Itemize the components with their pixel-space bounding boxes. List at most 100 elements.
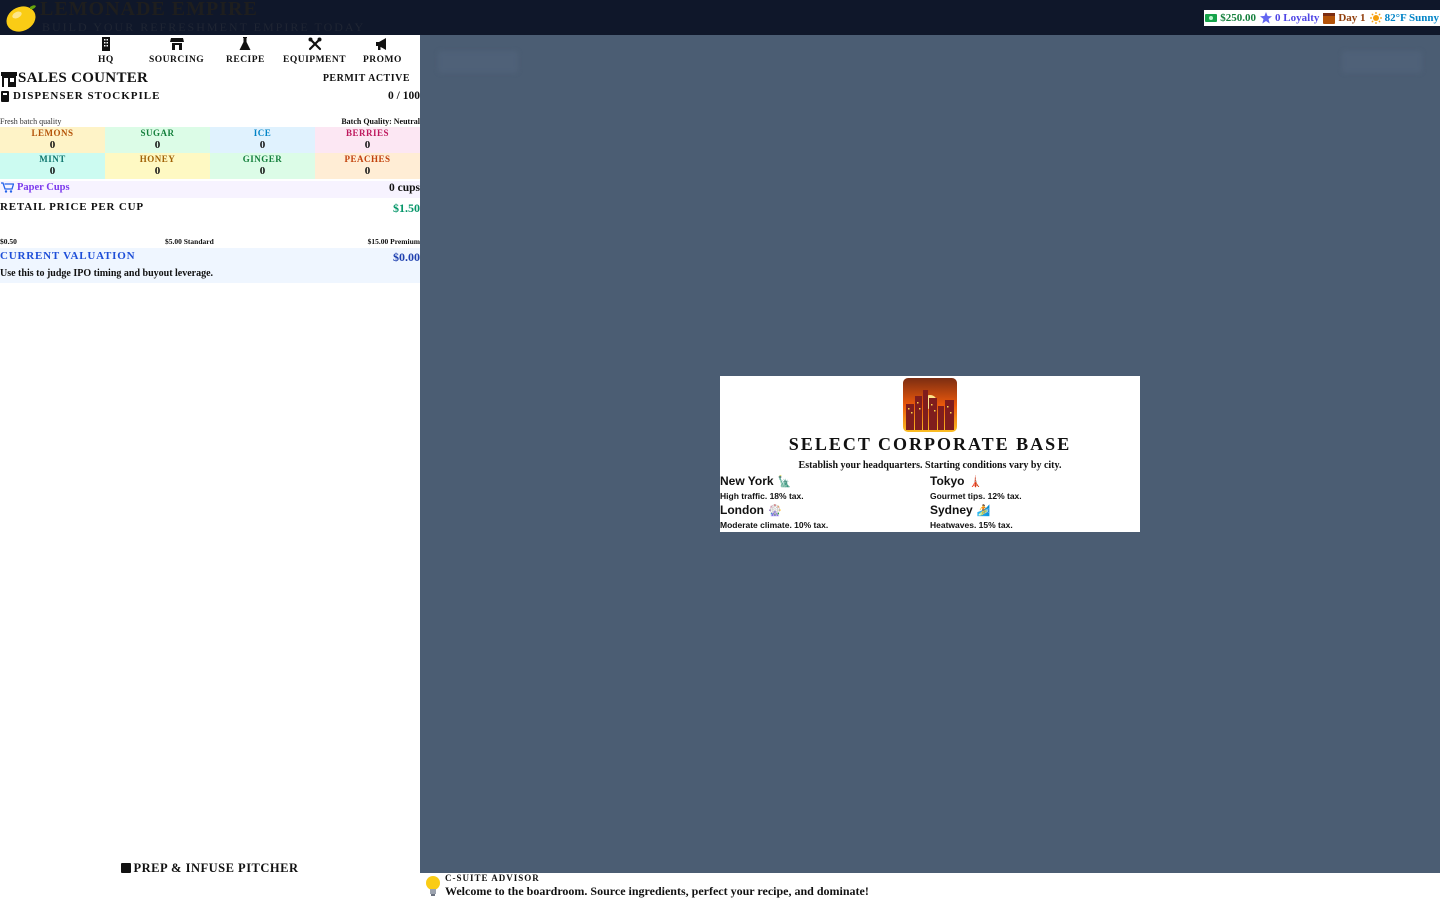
- modal-title: SELECT CORPORATE BASE: [788, 434, 1072, 454]
- ingredient-ice: ICE 0: [210, 127, 315, 153]
- nav-promo-label: PROMO: [363, 55, 402, 65]
- top-bar: LEMONADE EMPIRE BUILD YOUR REFRESHMENT E…: [0, 0, 1440, 35]
- nav-recipe[interactable]: RECIPE: [226, 37, 265, 65]
- paper-cups-value: 0 cups: [389, 182, 420, 194]
- ingredient-ginger: GINGER 0: [210, 153, 315, 179]
- city-name: Sydney 🏄: [930, 503, 1140, 517]
- ingredient-qty: 0: [259, 139, 266, 151]
- city-emoji-icon: 🗼: [968, 475, 983, 488]
- ingredient-qty: 0: [49, 139, 56, 151]
- nav-equipment[interactable]: EQUIPMENT: [283, 37, 346, 65]
- nav-hq[interactable]: HQ: [98, 37, 114, 65]
- cart-icon: [1, 182, 14, 193]
- retail-price-value: $1.50: [393, 201, 420, 215]
- weather-stat: 82°F Sunny: [1369, 12, 1439, 24]
- price-max-label: $15.00 Premium: [367, 237, 420, 246]
- day-stat: Day 1: [1323, 12, 1366, 24]
- price-slider-scale[interactable]: $0.50 $5.00 Standard $15.00 Premium: [0, 237, 420, 247]
- ingredient-qty: 0: [49, 165, 56, 177]
- batch-quality-row: Fresh batch quality Batch Quality: Neutr…: [0, 117, 420, 127]
- city-description: Moderate climate. 10% tax.: [720, 520, 829, 530]
- city-emoji-icon: 🎡: [767, 504, 782, 517]
- nav-hq-label: HQ: [98, 55, 114, 65]
- building-icon: [101, 37, 110, 51]
- stats-bar: $250.00 0 Loyalty Day 1 82°F Sunny: [1204, 10, 1440, 26]
- price-min-label: $0.50: [0, 237, 17, 246]
- money-value: $250.00: [1220, 12, 1257, 24]
- price-mid-label: $5.00 Standard: [165, 237, 214, 246]
- ingredient-qty: 0: [154, 139, 161, 151]
- paper-cups-label: Paper Cups: [1, 182, 70, 193]
- stockpile-label: DISPENSER STOCKPILE: [13, 90, 161, 102]
- dimmed-background-control: [438, 51, 518, 73]
- ingredient-sugar: SUGAR 0: [105, 127, 210, 153]
- loyalty-stat: 0 Loyalty: [1260, 12, 1319, 24]
- ingredient-name: SUGAR: [140, 128, 175, 138]
- nav-sourcing[interactable]: SOURCING: [149, 37, 204, 65]
- city-name-text: Tokyo: [930, 474, 965, 488]
- store-icon: [169, 38, 184, 50]
- modal-subtitle: Establish your headquarters. Starting co…: [798, 460, 1062, 471]
- lightbulb-icon: [426, 876, 440, 896]
- ingredient-mint: MINT 0: [0, 153, 105, 179]
- prep-pitcher-label: PREP & INFUSE PITCHER: [133, 860, 299, 875]
- calendar-icon: [1323, 13, 1336, 24]
- permit-badge: PERMIT ACTIVE: [322, 73, 410, 84]
- prep-pitcher-button[interactable]: PREP & INFUSE PITCHER: [0, 860, 420, 876]
- city-name: Tokyo 🗼: [930, 474, 1140, 488]
- ingredient-name: PEACHES: [344, 154, 391, 164]
- ingredient-name: MINT: [39, 154, 66, 164]
- batch-quality-value: Batch Quality: Neutral: [341, 117, 420, 126]
- city-option-tokyo[interactable]: Tokyo 🗼 Gourmet tips. 12% tax.: [930, 474, 1140, 503]
- city-options: New York 🗽 High traffic. 18% tax. Tokyo 🗼 Gou…: [720, 474, 1140, 532]
- dispenser-icon: [1, 91, 9, 102]
- stockpile-value: 0 / 100: [388, 90, 420, 102]
- ingredient-lemons: LEMONS 0: [0, 127, 105, 153]
- fresh-batch-label: Fresh batch quality: [0, 117, 62, 126]
- nav-equipment-label: EQUIPMENT: [283, 55, 347, 65]
- ingredient-berries: BERRIES 0: [315, 127, 420, 153]
- sun-icon: [1369, 12, 1382, 24]
- sales-counter-header: SALES COUNTER PERMIT ACTIVE: [0, 70, 420, 88]
- ingredient-name: LEMONS: [31, 128, 74, 138]
- shop-icon: [1, 72, 17, 87]
- star-icon: [1260, 12, 1273, 24]
- ingredient-qty: 0: [364, 165, 371, 177]
- city-option-london[interactable]: London 🎡 Moderate climate. 10% tax.: [720, 503, 930, 532]
- city-skyline-icon: [903, 378, 957, 432]
- lemon-logo-icon: [6, 5, 36, 32]
- paper-cups-text: Paper Cups: [17, 182, 70, 193]
- select-base-modal: SELECT CORPORATE BASE Establish your hea…: [720, 376, 1140, 532]
- valuation-box: CURRENT VALUATION $0.00 Use this to judg…: [0, 248, 420, 283]
- ingredient-grid: LEMONS 0 SUGAR 0 ICE 0 BERRIES 0 MINT 0 HONEY 0 GING…: [0, 127, 420, 179]
- city-name: London 🎡: [720, 503, 930, 517]
- weather-value: 82°F Sunny: [1384, 12, 1439, 24]
- money-stat: $250.00: [1205, 12, 1256, 24]
- ingredient-qty: 0: [259, 165, 266, 177]
- city-option-sydney[interactable]: Sydney 🏄 Heatwaves. 15% tax.: [930, 503, 1140, 532]
- left-panel: HQ SOURCING RECIPE EQUIPMENT PROMO SALES…: [0, 35, 420, 900]
- paper-cups-row: Paper Cups 0 cups: [0, 181, 420, 198]
- ingredient-name: GINGER: [242, 154, 283, 164]
- ingredient-name: HONEY: [139, 154, 176, 164]
- advisor-message: Welcome to the boardroom. Source ingredi…: [445, 884, 869, 898]
- city-name-text: New York: [720, 474, 774, 488]
- advisor-label: C-SUITE ADVISOR: [445, 873, 540, 883]
- nav-bar: HQ SOURCING RECIPE EQUIPMENT PROMO: [0, 37, 420, 67]
- dispenser-stockpile: DISPENSER STOCKPILE 0 / 100: [0, 90, 420, 104]
- ingredient-honey: HONEY 0: [105, 153, 210, 179]
- day-value: Day 1: [1338, 12, 1366, 24]
- nav-recipe-label: RECIPE: [226, 55, 265, 65]
- retail-price-label: RETAIL PRICE PER CUP: [0, 201, 144, 213]
- ingredient-peaches: PEACHES 0: [315, 153, 420, 179]
- valuation-value: $0.00: [393, 250, 420, 264]
- city-option-new-york[interactable]: New York 🗽 High traffic. 18% tax.: [720, 474, 930, 503]
- cash-icon: [1205, 14, 1218, 22]
- city-name-text: London: [720, 503, 764, 517]
- retail-price-row: RETAIL PRICE PER CUP $1.50: [0, 201, 420, 217]
- advisor-bar: C-SUITE ADVISOR Welcome to the boardroom…: [420, 873, 1440, 900]
- valuation-hint: Use this to judge IPO timing and buyout …: [0, 268, 214, 279]
- loyalty-value: 0 Loyalty: [1275, 12, 1320, 24]
- nav-promo[interactable]: PROMO: [363, 37, 402, 65]
- app-title: LEMONADE EMPIRE: [40, 0, 258, 20]
